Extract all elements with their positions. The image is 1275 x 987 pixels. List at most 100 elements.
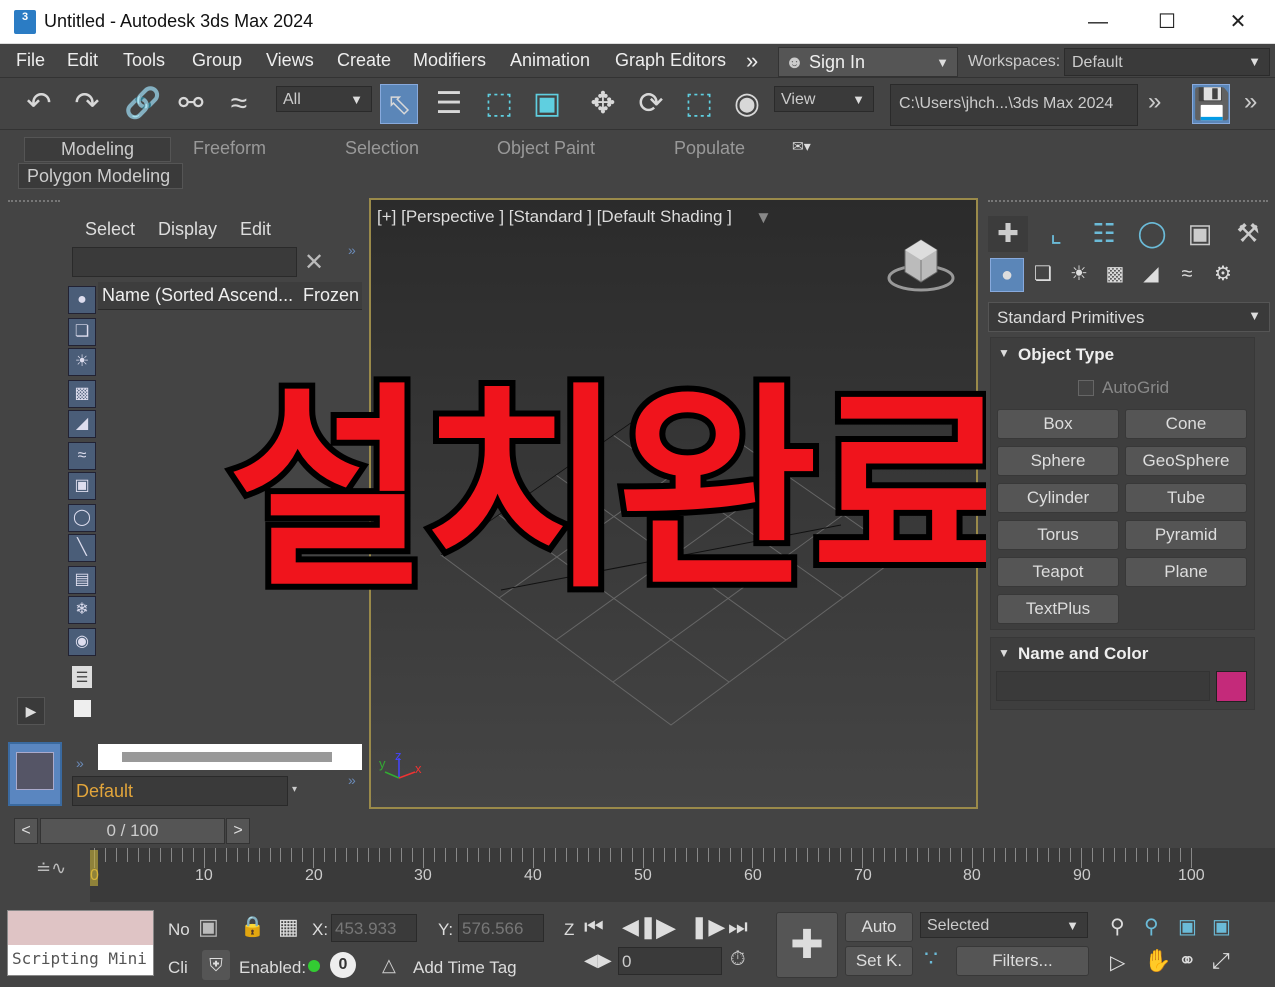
project-path-select[interactable]: C:\Users\jhch...\3ds Max 2024: [890, 84, 1138, 126]
enabled-count-badge[interactable]: 0: [330, 952, 356, 978]
display-cameras-icon[interactable]: ▩: [68, 380, 96, 408]
geosphere-button[interactable]: GeoSphere: [1125, 446, 1247, 476]
tab-modeling[interactable]: Modeling: [24, 137, 172, 162]
clear-search-icon[interactable]: ✕: [304, 248, 324, 277]
horizontal-scrollbar[interactable]: [98, 744, 362, 770]
zoom-extents-all-icon[interactable]: ▣: [1212, 914, 1231, 939]
display-geometry-icon[interactable]: ●: [68, 286, 96, 314]
close-button[interactable]: ✕: [1218, 8, 1258, 36]
menu-modifiers[interactable]: Modifiers: [413, 50, 486, 71]
select-object-icon[interactable]: ⬁: [380, 84, 418, 124]
lights-category-icon[interactable]: ☀: [1062, 258, 1096, 292]
maximize-button[interactable]: ☐: [1147, 8, 1187, 36]
autogrid-checkbox[interactable]: [1078, 380, 1094, 396]
expand-panel-icon[interactable]: ▶: [17, 697, 45, 725]
toolbar-more-button[interactable]: »: [1148, 88, 1161, 116]
menu-more-button[interactable]: »: [746, 48, 758, 74]
create-tab-icon[interactable]: ✚: [988, 216, 1028, 252]
set-key-button[interactable]: Set K.: [845, 946, 913, 976]
display-hidden-icon[interactable]: ◉: [68, 628, 96, 656]
motion-tab-icon[interactable]: ◯: [1132, 216, 1172, 252]
object-color-swatch[interactable]: [1216, 671, 1247, 702]
scroll-thumb[interactable]: [122, 752, 332, 762]
default-tangents-icon[interactable]: ∵: [924, 946, 938, 972]
auto-key-button[interactable]: Auto: [845, 912, 913, 942]
explorer-tab-edit[interactable]: Edit: [240, 219, 271, 240]
display-frozen-icon[interactable]: ❄: [68, 596, 96, 624]
display-containers-icon[interactable]: ▤: [68, 566, 96, 594]
display-bones-icon[interactable]: ╲: [68, 534, 96, 562]
expand-icon[interactable]: »: [348, 772, 356, 788]
shapes-category-icon[interactable]: ❏: [1026, 258, 1060, 292]
menu-animation[interactable]: Animation: [510, 50, 590, 71]
zoom-icon[interactable]: ⚲: [1110, 914, 1125, 939]
display-all-icon[interactable]: ☰: [72, 666, 92, 688]
helpers-category-icon[interactable]: ◢: [1134, 258, 1168, 292]
object-type-title[interactable]: Object Type: [1018, 345, 1114, 365]
place-icon[interactable]: ◉: [728, 84, 766, 124]
link-icon[interactable]: 🔗: [124, 84, 162, 124]
display-spacewarps-icon[interactable]: ≈: [68, 442, 96, 470]
timeline-track[interactable]: [90, 848, 1275, 902]
undo-icon[interactable]: ↶: [20, 84, 58, 124]
bind-spacewarp-icon[interactable]: ≈: [220, 84, 258, 124]
column-frozen-header[interactable]: Frozen: [303, 285, 359, 306]
systems-category-icon[interactable]: ⚙: [1206, 258, 1240, 292]
layer-select[interactable]: Default: [72, 776, 288, 806]
tab-populate[interactable]: Populate: [674, 138, 745, 159]
selection-filter-select[interactable]: All ▼: [276, 86, 372, 112]
display-groups-icon[interactable]: ▣: [68, 472, 96, 500]
scale-icon[interactable]: ⬚: [680, 84, 718, 124]
tab-object-paint[interactable]: Object Paint: [497, 138, 595, 159]
curve-editor-icon[interactable]: ≐∿: [36, 858, 66, 879]
rotate-icon[interactable]: ⟳: [632, 84, 670, 124]
rect-selection-icon[interactable]: ⬚: [480, 84, 518, 124]
hierarchy-tab-icon[interactable]: ☷: [1084, 216, 1124, 252]
select-by-name-icon[interactable]: ☰: [430, 84, 468, 124]
cameras-category-icon[interactable]: ▩: [1098, 258, 1132, 292]
tab-selection[interactable]: Selection: [345, 138, 419, 159]
workspaces-select[interactable]: Default ▼: [1064, 48, 1270, 76]
goto-end-icon[interactable]: ⏭: [728, 914, 748, 940]
next-frame-button[interactable]: >: [226, 818, 250, 844]
layer-dropdown-icon[interactable]: ▾: [292, 784, 297, 795]
autobackup-save-icon[interactable]: 💾: [1192, 84, 1230, 124]
maxscript-listener[interactable]: Scripting Mini: [7, 910, 154, 976]
prev-frame-button[interactable]: <: [14, 818, 38, 844]
collapse-icon[interactable]: ▼: [998, 346, 1010, 360]
script-output[interactable]: [8, 911, 153, 945]
orbit-icon[interactable]: ⚭: [1178, 948, 1196, 974]
modify-tab-icon[interactable]: ⌞: [1036, 216, 1076, 252]
box-button[interactable]: Box: [997, 409, 1119, 439]
lock-icon[interactable]: 🔒: [240, 914, 265, 939]
category-select[interactable]: Standard Primitives ▼: [988, 302, 1270, 332]
display-tab-icon[interactable]: ▣: [1180, 216, 1220, 252]
reference-coord-select[interactable]: View ▼: [774, 86, 874, 112]
maximize-viewport-icon[interactable]: ⤢: [1212, 948, 1230, 974]
menu-group[interactable]: Group: [192, 50, 242, 71]
expand-icon[interactable]: »: [348, 242, 356, 258]
menu-views[interactable]: Views: [266, 50, 314, 71]
time-slider[interactable]: 0 / 100: [40, 818, 225, 844]
tube-button[interactable]: Tube: [1125, 483, 1247, 513]
key-filters-button[interactable]: Filters...: [956, 946, 1089, 976]
sign-in-button[interactable]: ☻ Sign In ▼: [778, 47, 958, 77]
explorer-tab-display[interactable]: Display: [158, 219, 217, 240]
time-config-icon[interactable]: ⏱: [730, 948, 746, 971]
next-key-icon[interactable]: ❚▶: [690, 914, 725, 940]
unlink-icon[interactable]: ⚯: [172, 84, 210, 124]
polygon-modeling-panel[interactable]: Polygon Modeling: [18, 163, 183, 189]
column-name-header[interactable]: Name (Sorted Ascend...: [102, 285, 293, 306]
x-coordinate-field[interactable]: 453.933: [331, 914, 417, 942]
move-icon[interactable]: ✥: [584, 84, 622, 124]
add-time-tag-button[interactable]: Add Time Tag: [413, 958, 517, 978]
cylinder-button[interactable]: Cylinder: [997, 483, 1119, 513]
goto-start-icon[interactable]: ⏮: [584, 914, 604, 940]
sphere-button[interactable]: Sphere: [997, 446, 1119, 476]
redo-icon[interactable]: ↷: [68, 84, 106, 124]
expand-icon[interactable]: »: [76, 755, 84, 771]
set-key-big-button[interactable]: ✚: [776, 912, 838, 978]
ribbon-options-icon[interactable]: ✉▾: [792, 138, 811, 155]
shield-icon[interactable]: ⛨: [202, 950, 230, 980]
isolate-icon[interactable]: ▣: [198, 914, 219, 940]
